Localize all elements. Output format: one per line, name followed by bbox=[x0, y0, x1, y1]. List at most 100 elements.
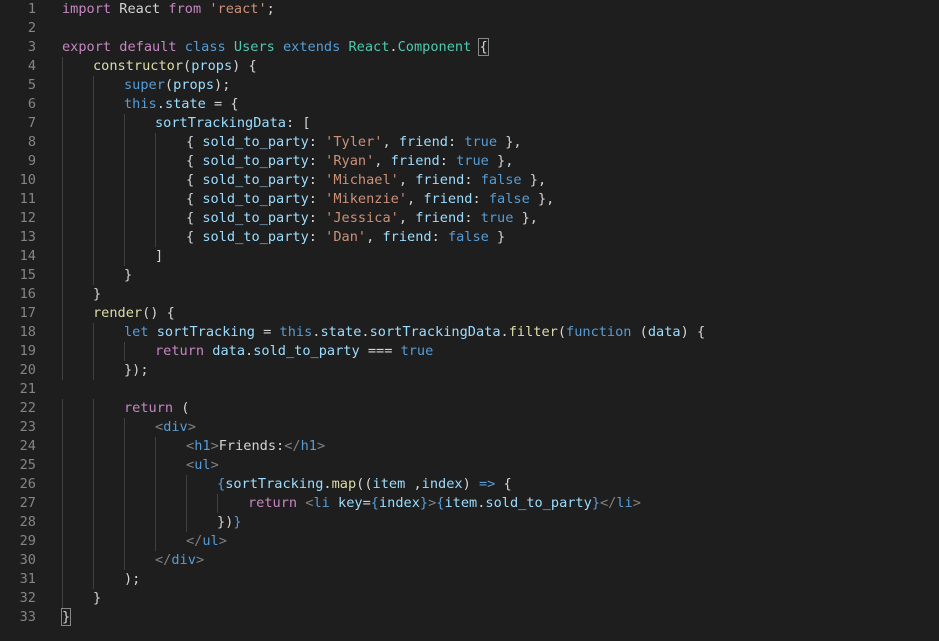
line-number: 23 bbox=[19, 419, 36, 435]
code-token: sortTracking bbox=[156, 324, 255, 340]
indent-guide bbox=[93, 551, 94, 570]
code-line[interactable]: 25 <ul> bbox=[0, 456, 939, 475]
code-token: = { bbox=[205, 96, 239, 112]
code-line[interactable]: 6 this.state = { bbox=[0, 95, 939, 114]
code-line[interactable]: 31); bbox=[0, 570, 939, 589]
code-token: { bbox=[186, 172, 203, 188]
code-token: sold_to_party bbox=[202, 229, 309, 245]
code-line[interactable]: 5 super(props); bbox=[0, 76, 939, 95]
indent-guide bbox=[62, 285, 63, 304]
code-line[interactable]: 9 { sold_to_party: 'Ryan', friend: true }… bbox=[0, 152, 939, 171]
indent-guide bbox=[93, 133, 94, 152]
code-line[interactable]: 26 {sortTracking.map((item ,index) => { bbox=[0, 475, 939, 494]
code-token: > bbox=[210, 457, 219, 473]
code-line[interactable]: 16} bbox=[0, 285, 939, 304]
code-line[interactable]: 13 { sold_to_party: 'Dan', friend: false … bbox=[0, 228, 939, 247]
line-code: <ul> bbox=[186, 456, 219, 475]
code-line[interactable]: 1 import React from 'react'; bbox=[0, 0, 939, 19]
code-token: , bbox=[405, 476, 422, 492]
code-line[interactable]: 19 return data.sold_to_party === true bbox=[0, 342, 939, 361]
code-editor[interactable]: 1 import React from 'react'; 2 3 export defa… bbox=[0, 0, 939, 641]
code-line[interactable]: 28})} bbox=[0, 513, 939, 532]
line-number: 26 bbox=[19, 476, 36, 492]
indent-guide bbox=[62, 209, 63, 228]
code-token: false bbox=[488, 191, 530, 207]
code-line[interactable]: 24 <h1>Friends:</h1> bbox=[0, 437, 939, 456]
code-token: default bbox=[119, 39, 177, 55]
code-token: this bbox=[124, 96, 157, 112]
code-line[interactable]: 29 </ul> bbox=[0, 532, 939, 551]
indent-guide bbox=[93, 513, 94, 532]
code-token: data bbox=[647, 324, 681, 340]
indent-guide bbox=[62, 475, 63, 494]
code-token: } bbox=[60, 608, 72, 626]
indent-guide bbox=[155, 456, 156, 475]
line-number: 4 bbox=[27, 58, 36, 74]
code-line[interactable]: 8 { sold_to_party: 'Tyler', friend: true … bbox=[0, 133, 939, 152]
code-line[interactable]: 21 bbox=[0, 380, 939, 399]
line-code: }); bbox=[124, 361, 149, 380]
code-token: sold_to_party bbox=[202, 134, 309, 150]
indent-guide bbox=[124, 342, 125, 361]
code-token: : bbox=[308, 210, 326, 226]
indent-guide bbox=[62, 399, 63, 418]
code-token: item bbox=[444, 495, 478, 511]
code-token: > bbox=[218, 533, 227, 549]
code-token: === bbox=[359, 343, 401, 359]
indent-guide bbox=[155, 152, 156, 171]
code-line[interactable]: 27 return <li key={index}>{item.sold_to_p… bbox=[0, 494, 939, 513]
line-number: 28 bbox=[19, 514, 36, 530]
line-code: sortTrackingData: [ bbox=[155, 114, 311, 133]
code-line[interactable]: 15} bbox=[0, 266, 939, 285]
line-number: 31 bbox=[19, 571, 36, 587]
code-token: Friends: bbox=[218, 438, 285, 454]
indent-guide bbox=[62, 494, 63, 513]
code-line[interactable]: 10 { sold_to_party: 'Michael', friend: fa… bbox=[0, 171, 939, 190]
code-token: h1 bbox=[194, 438, 211, 454]
indent-guide bbox=[155, 532, 156, 551]
line-code: import React from 'react'; bbox=[62, 0, 275, 19]
code-token: . bbox=[361, 324, 370, 340]
code-token: function bbox=[566, 324, 632, 340]
line-number: 3 bbox=[27, 39, 36, 55]
indent-guide bbox=[62, 513, 63, 532]
code-token: state bbox=[164, 96, 206, 112]
code-line[interactable]: 12 { sold_to_party: 'Jessica', friend: tr… bbox=[0, 209, 939, 228]
code-token: render bbox=[93, 305, 143, 321]
code-line[interactable]: 32} bbox=[0, 589, 939, 608]
line-code: render() { bbox=[93, 304, 175, 323]
indent-guide bbox=[93, 266, 94, 285]
code-line[interactable]: 20}); bbox=[0, 361, 939, 380]
code-token: } bbox=[93, 590, 102, 606]
code-token: sortTrackingData bbox=[155, 115, 286, 131]
code-line[interactable]: 14] bbox=[0, 247, 939, 266]
code-token: 'Tyler' bbox=[325, 134, 383, 150]
code-line[interactable]: 18 let sortTracking = this.state.sortTrac… bbox=[0, 323, 939, 342]
code-line[interactable]: 33} bbox=[0, 608, 939, 627]
code-token: { bbox=[217, 476, 226, 492]
line-code: {sortTracking.map((item ,index) => { bbox=[217, 475, 512, 494]
line-code: constructor(props) { bbox=[93, 57, 257, 76]
code-token: ); bbox=[124, 571, 141, 587]
code-line[interactable]: 3 export default class Users extends Reac… bbox=[0, 38, 939, 57]
code-token: Component bbox=[397, 39, 472, 55]
line-number: 9 bbox=[27, 153, 36, 169]
code-line[interactable]: 11 { sold_to_party: 'Mikenzie', friend: f… bbox=[0, 190, 939, 209]
code-line[interactable]: 22 return ( bbox=[0, 399, 939, 418]
code-token: , bbox=[398, 172, 416, 188]
code-line[interactable]: 17 render() { bbox=[0, 304, 939, 323]
code-token: ( bbox=[183, 58, 192, 74]
code-line[interactable]: 7 sortTrackingData: [ bbox=[0, 114, 939, 133]
code-line[interactable]: 23 <div> bbox=[0, 418, 939, 437]
code-token: } bbox=[233, 514, 242, 530]
code-token: { bbox=[186, 153, 203, 169]
indent-guide bbox=[155, 209, 156, 228]
code-line[interactable]: 30 </div> bbox=[0, 551, 939, 570]
indent-guide bbox=[62, 304, 63, 323]
code-line[interactable]: 4 constructor(props) { bbox=[0, 57, 939, 76]
code-token: { bbox=[186, 191, 203, 207]
code-line[interactable]: 2 bbox=[0, 19, 939, 38]
indent-guide bbox=[62, 361, 63, 380]
